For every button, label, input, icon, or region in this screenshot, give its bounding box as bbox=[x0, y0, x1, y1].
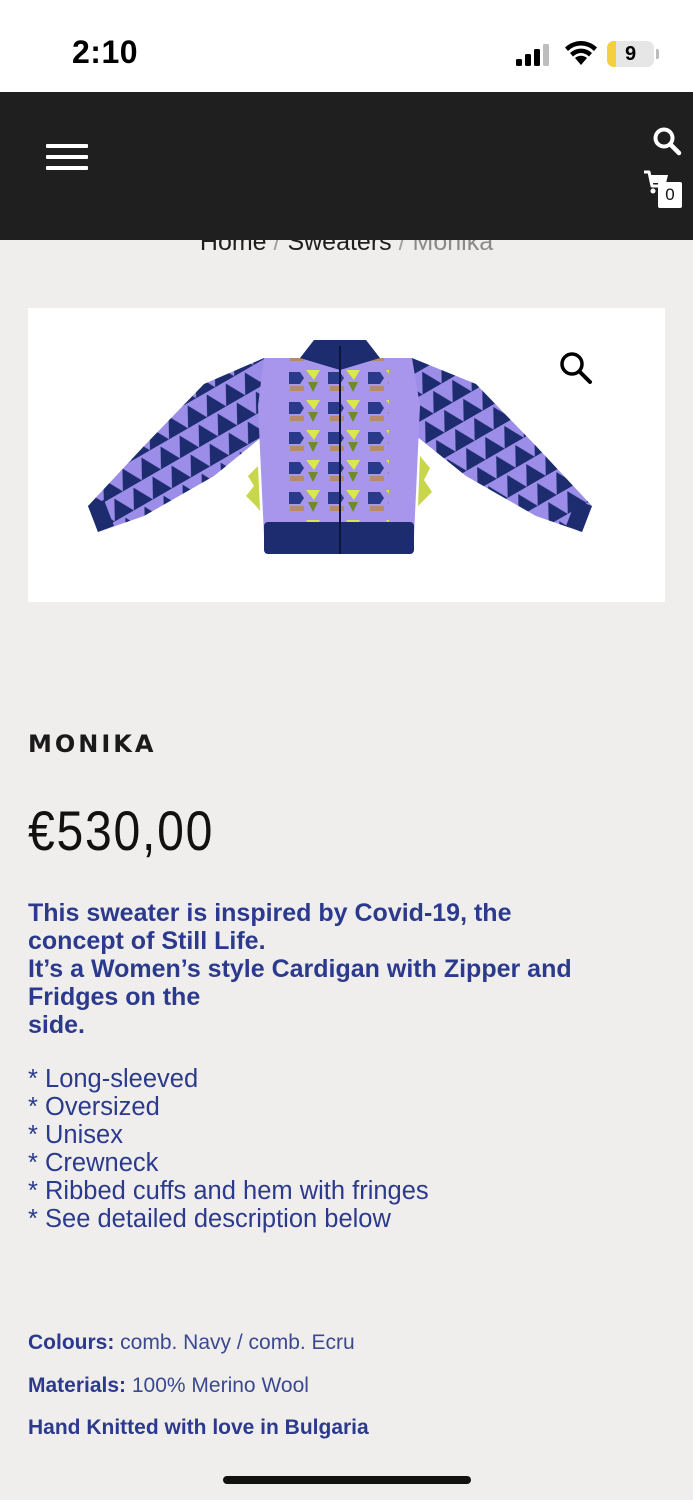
cellular-signal-icon bbox=[516, 44, 549, 66]
breadcrumb-separator: / bbox=[398, 240, 413, 256]
breadcrumb-current: Monika bbox=[412, 240, 494, 256]
feature-item: * Long-sleeved bbox=[28, 1065, 199, 1093]
sweater-photo bbox=[88, 340, 592, 554]
description-line: concept of Still Life. bbox=[28, 927, 266, 955]
description-line: It’s a Women’s style Cardigan with Zippe… bbox=[28, 955, 572, 983]
home-indicator[interactable] bbox=[223, 1476, 471, 1484]
product-description-intro: This sweater is inspired by Covid-19, th… bbox=[28, 899, 668, 1039]
materials-label: Materials: bbox=[28, 1374, 127, 1397]
feature-item: * Crewneck bbox=[28, 1149, 159, 1177]
battery-level: 9 bbox=[624, 43, 637, 65]
materials-value: 100% Merino Wool bbox=[126, 1374, 309, 1397]
cart-button[interactable]: 0 bbox=[640, 168, 686, 210]
zoom-magnifier-icon[interactable] bbox=[558, 350, 594, 386]
product-colours: Colours: comb. Navy / comb. Ecru bbox=[28, 1331, 355, 1355]
product-origin: Hand Knitted with love in Bulgaria bbox=[28, 1416, 369, 1439]
product-image[interactable] bbox=[28, 308, 665, 602]
status-bar: 2:10 9 bbox=[0, 0, 693, 92]
description-line: This sweater is inspired by Covid-19, th… bbox=[28, 899, 512, 927]
description-line: side. bbox=[28, 1011, 85, 1039]
battery-indicator: 9 bbox=[607, 41, 659, 67]
colours-value: comb. Navy / comb. Ecru bbox=[114, 1331, 355, 1354]
status-time: 2:10 bbox=[72, 34, 139, 70]
breadcrumb-home-link[interactable]: Home bbox=[200, 240, 267, 256]
cart-count-badge: 0 bbox=[658, 182, 682, 208]
feature-item: * Unisex bbox=[28, 1121, 123, 1149]
product-price: €530,00 bbox=[28, 799, 215, 862]
site-header: 0 bbox=[0, 92, 693, 240]
breadcrumb-sweaters-link[interactable]: Sweaters bbox=[287, 240, 391, 256]
description-line: Fridges on the bbox=[28, 983, 201, 1011]
feature-item: * Oversized bbox=[28, 1093, 160, 1121]
breadcrumb-separator: / bbox=[273, 240, 288, 256]
feature-item: * See detailed description below bbox=[28, 1205, 391, 1233]
product-materials: Materials: 100% Merino Wool bbox=[28, 1374, 309, 1398]
product-feature-list: * Long-sleeved * Oversized * Unisex * Cr… bbox=[28, 1065, 668, 1233]
feature-item: * Ribbed cuffs and hem with fringes bbox=[28, 1177, 429, 1205]
breadcrumb: Home / Sweaters / Monika bbox=[0, 240, 693, 262]
hamburger-menu-icon[interactable] bbox=[46, 142, 90, 172]
wifi-icon bbox=[565, 41, 597, 65]
colours-label: Colours: bbox=[28, 1331, 115, 1354]
search-icon[interactable] bbox=[652, 126, 682, 156]
product-title: MONIKA bbox=[28, 730, 157, 758]
